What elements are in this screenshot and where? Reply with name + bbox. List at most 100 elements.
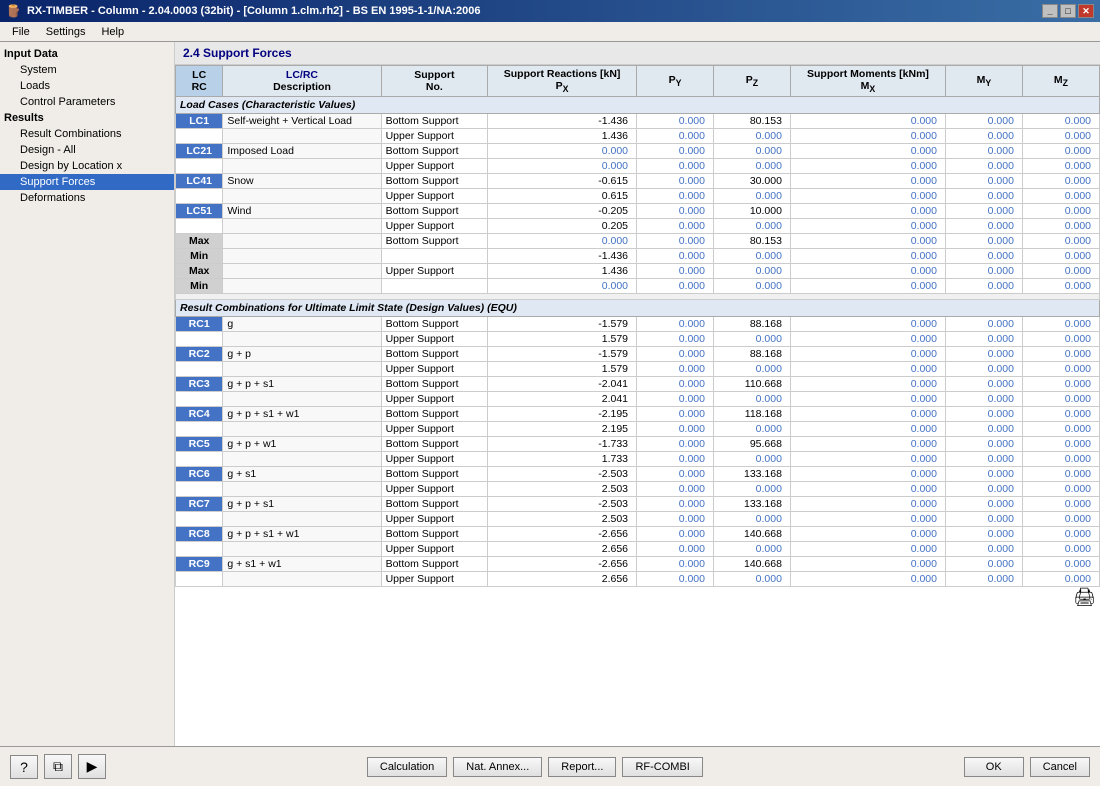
copy-button[interactable]: ⧉ (44, 754, 72, 779)
ok-button[interactable]: OK (964, 757, 1024, 777)
cell-value: 0.000 (790, 317, 945, 332)
cell-value: 0.000 (713, 129, 790, 144)
rf-combi-button[interactable]: RF-COMBI (622, 757, 702, 777)
cell-value: 0.000 (637, 249, 714, 264)
cell-value: 0.000 (790, 557, 945, 572)
cell-support: Upper Support (381, 482, 488, 497)
table-row: RC5 g + p + w1 Bottom Support -1.733 0.0… (176, 437, 1100, 452)
cell-description: g + p + w1 (223, 437, 381, 452)
cell-value: -2.503 (488, 467, 637, 482)
cell-value: 0.000 (637, 332, 714, 347)
col-header-py: PY (637, 66, 714, 97)
cell-value: 0.000 (945, 392, 1022, 407)
cell-value: 140.668 (713, 557, 790, 572)
cell-value: 0.000 (790, 467, 945, 482)
cell-value: 0.000 (790, 264, 945, 279)
cell-value: 0.000 (1022, 377, 1099, 392)
print-icon[interactable]: 🖨 (1073, 587, 1096, 607)
sidebar-item-design-by-location[interactable]: Design by Location x (0, 158, 174, 174)
sidebar-item-design-all[interactable]: Design - All (0, 142, 174, 158)
cell-description: g + s1 (223, 467, 381, 482)
help-button[interactable]: ? (10, 755, 38, 779)
cell-value: 0.000 (945, 377, 1022, 392)
table-container[interactable]: LC RC LC/RC Description Support No. Su (175, 65, 1100, 746)
lc-empty (176, 392, 223, 407)
bottom-left-buttons: ? ⧉ ▶ (10, 754, 106, 779)
cell-value: 0.000 (945, 159, 1022, 174)
cell-description: g + s1 + w1 (223, 557, 381, 572)
cell-value: 0.000 (637, 264, 714, 279)
close-button[interactable]: ✕ (1078, 4, 1094, 18)
cell-description: g + p + s1 (223, 377, 381, 392)
arrow-button[interactable]: ▶ (78, 754, 106, 779)
cell-value: 0.000 (790, 347, 945, 362)
cell-value: 0.000 (1022, 392, 1099, 407)
maximize-button[interactable]: □ (1060, 4, 1076, 18)
cell-value: 0.000 (945, 362, 1022, 377)
cell-value: 1.579 (488, 362, 637, 377)
lc-empty (176, 572, 223, 587)
cell-value: 0.000 (637, 557, 714, 572)
menu-bar: File Settings Help (0, 22, 1100, 42)
cell-value: 0.000 (713, 219, 790, 234)
cell-value: 0.000 (790, 249, 945, 264)
cell-value: 0.000 (945, 437, 1022, 452)
cell-value: 0.000 (637, 317, 714, 332)
cancel-button[interactable]: Cancel (1030, 757, 1090, 777)
lc-label: RC4 (176, 407, 223, 422)
cell-value: 0.000 (637, 129, 714, 144)
col-header-lc-rc: LC RC (176, 66, 223, 97)
col-header-pz: PZ (713, 66, 790, 97)
table-row: RC7 g + p + s1 Bottom Support -2.503 0.0… (176, 497, 1100, 512)
cell-value: 0.000 (637, 572, 714, 587)
cell-value: 0.000 (488, 234, 637, 249)
menu-settings[interactable]: Settings (38, 24, 94, 40)
cell-value: 0.000 (713, 189, 790, 204)
report-button[interactable]: Report... (548, 757, 616, 777)
cell-value: 0.000 (790, 407, 945, 422)
col-header-px: Support Reactions [kN] PX (488, 66, 637, 97)
cell-value: 0.000 (790, 234, 945, 249)
sidebar-item-support-forces[interactable]: Support Forces (0, 174, 174, 190)
cell-description (223, 279, 381, 294)
sidebar-item-system[interactable]: System (0, 62, 174, 78)
cell-value: 0.000 (945, 219, 1022, 234)
sidebar-item-result-combinations[interactable]: Result Combinations (0, 126, 174, 142)
cell-value: 0.000 (637, 392, 714, 407)
col-header-description: LC/RC Description (223, 66, 381, 97)
cell-value: 0.000 (713, 264, 790, 279)
cell-description: g + p (223, 347, 381, 362)
cell-value: 0.000 (713, 422, 790, 437)
menu-file[interactable]: File (4, 24, 38, 40)
sidebar-item-results[interactable]: Results (0, 110, 174, 126)
lc-label: Min (176, 249, 223, 264)
cell-value: 0.000 (790, 332, 945, 347)
cell-value: 0.000 (945, 572, 1022, 587)
cell-value: -2.041 (488, 377, 637, 392)
menu-help[interactable]: Help (93, 24, 132, 40)
minimize-button[interactable]: _ (1042, 4, 1058, 18)
cell-value: -0.205 (488, 204, 637, 219)
cell-value: 0.000 (1022, 264, 1099, 279)
content-area: 2.4 Support Forces LC RC LC/RC Descripti… (175, 42, 1100, 746)
sidebar-item-loads[interactable]: Loads (0, 78, 174, 94)
cell-value: 0.000 (1022, 114, 1099, 129)
sidebar-item-control-parameters[interactable]: Control Parameters (0, 94, 174, 110)
table-row: Upper Support 2.195 0.000 0.000 0.000 0.… (176, 422, 1100, 437)
cell-description (223, 362, 381, 377)
cell-value: 80.153 (713, 234, 790, 249)
table-row: LC51 Wind Bottom Support -0.205 0.000 10… (176, 204, 1100, 219)
bottom-right-buttons: OK Cancel (964, 757, 1090, 777)
calculation-button[interactable]: Calculation (367, 757, 447, 777)
nat-annex-button[interactable]: Nat. Annex... (453, 757, 542, 777)
cell-value: 0.000 (488, 159, 637, 174)
cell-value: 0.000 (1022, 332, 1099, 347)
section1-header-row: Load Cases (Characteristic Values) (176, 97, 1100, 114)
cell-value: 0.000 (637, 482, 714, 497)
cell-value: 0.000 (713, 482, 790, 497)
sidebar-item-deformations[interactable]: Deformations (0, 190, 174, 206)
sidebar-item-input-data[interactable]: Input Data (0, 46, 174, 62)
table-row: RC6 g + s1 Bottom Support -2.503 0.000 1… (176, 467, 1100, 482)
cell-value: 0.000 (790, 392, 945, 407)
cell-value: 0.000 (790, 362, 945, 377)
